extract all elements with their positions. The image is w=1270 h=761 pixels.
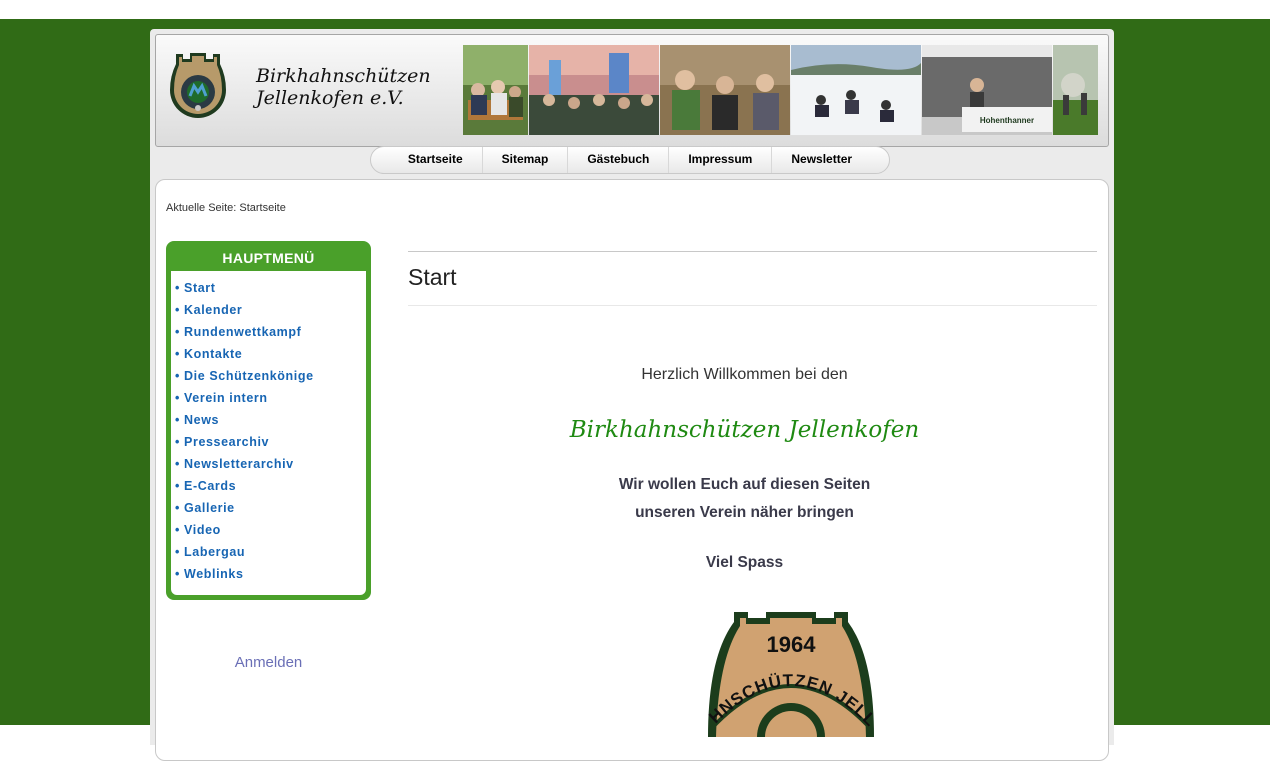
intro-line-1: Wir wollen Euch auf diesen Seiten [618, 476, 871, 493]
article-divider-bottom [408, 305, 1097, 306]
article-divider-top [408, 251, 1097, 252]
photo-stand-sign: Hohenthanner [980, 116, 1034, 125]
club-logo-icon[interactable] [170, 50, 226, 118]
photo-snow-sledding [791, 45, 921, 135]
site-title[interactable]: Birkhahnschützen Jellenkofen e.V. [256, 65, 431, 109]
nav-sitemap[interactable]: Sitemap [483, 147, 569, 173]
photo-market-stand: Hohenthanner [922, 45, 1052, 135]
site-header: Birkhahnschützen Jellenkofen e.V. Hohent… [155, 34, 1109, 147]
site-title-line2: Jellenkofen e.V. [256, 87, 404, 109]
photo-parade [529, 45, 659, 135]
photo-gathering [463, 45, 528, 135]
article-body: Herzlich Willkommen bei den Birkhahnschü… [408, 364, 1181, 572]
brand-heading: Birkhahnschützen Jellenkofen [569, 417, 920, 443]
menu-item-rundenwettkampf[interactable]: • Rundenwettkampf [171, 321, 366, 343]
photo-shooting [1053, 45, 1098, 135]
content-area: Aktuelle Seite: Startseite HAUPTMENÜ • S… [155, 179, 1109, 761]
intro-line-2: unseren Verein näher bringen [635, 504, 854, 521]
welcome-text: Herzlich Willkommen bei den [641, 366, 848, 383]
photo-banner: Hohenthanner [463, 45, 1099, 135]
breadcrumb: Aktuelle Seite: Startseite [166, 202, 286, 214]
article-title: Start [408, 264, 457, 290]
page-container: Birkhahnschützen Jellenkofen e.V. Hohent… [150, 29, 1114, 761]
menu-item-kontakte[interactable]: • Kontakte [171, 343, 366, 365]
closing-text: Viel Spass [705, 554, 784, 571]
login-link[interactable]: Anmelden [156, 654, 381, 671]
emblem-year: 1964 [767, 632, 817, 657]
nav-impressum[interactable]: Impressum [669, 147, 773, 173]
site-title-line1: Birkhahnschützen [256, 65, 431, 87]
menu-item-verein-intern[interactable]: • Verein intern [171, 387, 366, 409]
intro-text: Wir wollen Euch auf diesen Seiten unsere… [308, 471, 1181, 527]
nav-startseite[interactable]: Startseite [389, 147, 483, 173]
club-emblem-icon: 1964 HNSCHÜTZEN JELLE [696, 612, 879, 737]
menu-item-start[interactable]: • Start [171, 277, 366, 299]
photo-indoor [660, 45, 790, 135]
top-navigation: Startseite Sitemap Gästebuch Impressum N… [370, 146, 890, 174]
nav-gaestebuch[interactable]: Gästebuch [568, 147, 670, 173]
menu-item-kalender[interactable]: • Kalender [171, 299, 366, 321]
main-menu-title: HAUPTMENÜ [222, 250, 315, 266]
nav-newsletter[interactable]: Newsletter [772, 147, 871, 173]
